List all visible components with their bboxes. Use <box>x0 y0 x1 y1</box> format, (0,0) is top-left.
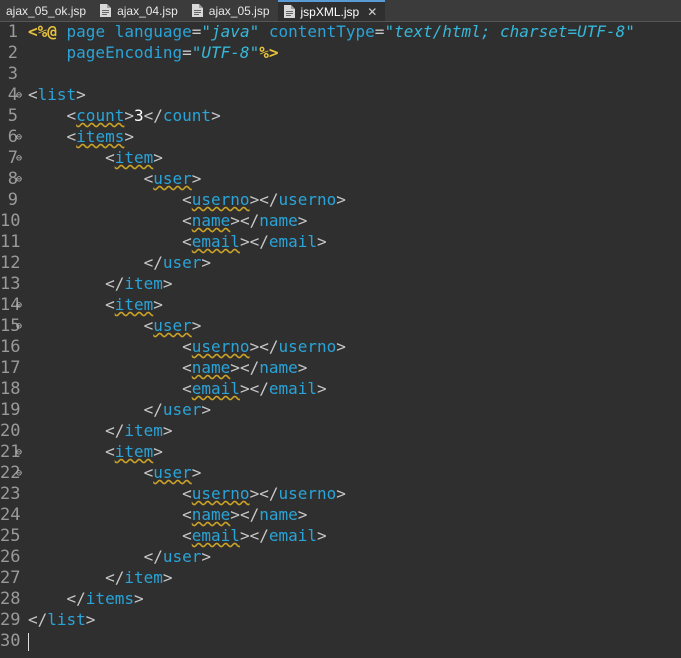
line-number: 27 <box>0 568 21 588</box>
line-number: 25 <box>0 526 21 546</box>
line-number: 24 <box>0 505 21 525</box>
line-number: 26 <box>0 547 21 567</box>
line-number: 19 <box>0 400 21 420</box>
code-line-9: <userno></userno> <box>182 190 346 209</box>
jsp-file-icon <box>283 5 295 18</box>
code-line-29: </list> <box>28 610 96 629</box>
code-line-18: <email></email> <box>182 379 327 398</box>
line-number: 18 <box>0 379 21 399</box>
line-number: 3 <box>7 64 18 84</box>
code-line-2: pageEncoding="UTF-8"%> <box>28 43 279 62</box>
code-line-8: <user> <box>143 169 202 188</box>
tab-ajax-05[interactable]: ajax_05.jsp <box>186 0 278 21</box>
line-number: 20 <box>0 421 21 441</box>
line-number: 23 <box>0 484 21 504</box>
line-number: 2 <box>7 43 18 63</box>
editor-tab-bar: ajax_05_ok.jsp ajax_04.jsp ajax_05.jsp j… <box>0 0 681 22</box>
code-line-20: </item> <box>105 421 173 440</box>
jsp-file-icon <box>100 4 112 17</box>
fold-collapse-icon[interactable]: ⊖ <box>16 85 22 106</box>
code-line-4: <list> <box>28 85 86 104</box>
code-line-24: <name></name> <box>182 505 308 524</box>
tab-label: jspXML.jsp <box>300 4 360 19</box>
code-line-11: <email></email> <box>182 232 327 251</box>
fold-collapse-icon[interactable]: ⊖ <box>16 442 22 463</box>
line-number: 17 <box>0 358 21 378</box>
line-number: 28 <box>0 589 21 609</box>
tab-ajax-05-ok[interactable]: ajax_05_ok.jsp <box>0 0 94 21</box>
tab-ajax-04[interactable]: ajax_04.jsp <box>94 0 186 21</box>
fold-collapse-icon[interactable]: ⊖ <box>16 148 22 169</box>
code-line-1: <%@ page language="java" contentType="te… <box>28 22 635 41</box>
code-line-16: <userno></userno> <box>182 337 346 356</box>
code-line-25: <email></email> <box>182 526 327 545</box>
code-line-6: <items> <box>66 127 134 146</box>
code-line-19: </user> <box>143 400 212 419</box>
code-editor[interactable]: 1 2 3 4 ⊖ 5 6 ⊖ 7 ⊖ 8 ⊖ 9 10 11 12 13 14 ⊖ 15 ⊖ 16 17 18 19 20 21 ⊖… <box>0 22 681 658</box>
tab-label: ajax_05.jsp <box>208 3 270 18</box>
fold-collapse-icon[interactable]: ⊖ <box>16 169 22 190</box>
code-line-23: <userno></userno> <box>182 484 346 503</box>
code-line-28: </items> <box>66 589 144 608</box>
fold-collapse-icon[interactable]: ⊖ <box>16 463 22 484</box>
line-number: 9 <box>7 190 18 210</box>
gutter-row: 3 <box>0 64 681 85</box>
line-number: 30 <box>0 631 21 651</box>
code-line-5: <count>3</count> <box>66 106 221 125</box>
close-icon[interactable]: ✕ <box>367 5 377 19</box>
code-line-10: <name></name> <box>182 211 308 230</box>
code-line-26: </user> <box>143 547 212 566</box>
tab-label: ajax_05_ok.jsp <box>6 3 87 18</box>
line-number: 10 <box>0 211 21 231</box>
code-line-17: <name></name> <box>182 358 308 377</box>
code-line-13: </item> <box>105 274 173 293</box>
code-line-15: <user> <box>143 316 202 335</box>
gutter-row: 29 <box>0 610 681 631</box>
line-number: 12 <box>0 253 21 273</box>
jsp-file-icon <box>191 4 203 17</box>
code-line-22: <user> <box>143 463 202 482</box>
line-number: 13 <box>0 274 21 294</box>
code-line-21: <item> <box>105 442 163 461</box>
text-cursor <box>28 633 29 651</box>
line-number: 1 <box>7 22 18 42</box>
line-number: 16 <box>0 337 21 357</box>
code-line-14: <item> <box>105 295 163 314</box>
line-number: 11 <box>0 232 21 252</box>
gutter-row: 4 ⊖ <box>0 85 681 106</box>
code-line-12: </user> <box>143 253 212 272</box>
fold-collapse-icon[interactable]: ⊖ <box>16 316 22 337</box>
line-number: 5 <box>7 106 18 126</box>
fold-collapse-icon[interactable]: ⊖ <box>16 295 22 316</box>
tab-label: ajax_04.jsp <box>117 3 178 18</box>
line-number: 29 <box>0 610 21 630</box>
tab-jspxml[interactable]: jspXML.jsp ✕ <box>277 0 386 21</box>
gutter-row: 30 <box>0 631 681 652</box>
code-line-27: </item> <box>105 568 173 587</box>
fold-collapse-icon[interactable]: ⊖ <box>16 127 22 148</box>
code-line-7: <item> <box>105 148 163 167</box>
